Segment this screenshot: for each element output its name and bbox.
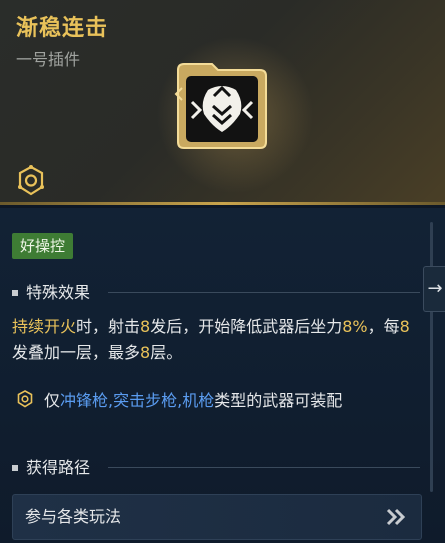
effect-recoil-reduction: 8% [342, 317, 368, 336]
effect-text: 层。 [150, 343, 183, 362]
effect-text: ，每 [367, 317, 400, 336]
effect-keyword: 持续开火 [12, 317, 77, 336]
restriction-suffix: 类型的武器可装配 [214, 391, 343, 410]
section-bullet [12, 290, 18, 296]
section-divider [108, 292, 420, 293]
item-header: 渐稳连击 一号插件 [0, 0, 445, 205]
plugin-emblem-icon [174, 63, 267, 149]
item-title: 渐稳连击 [16, 16, 109, 41]
plugin-slot-icon [18, 165, 44, 196]
effect-text: 发后，开始降低武器后坐力 [150, 317, 343, 336]
effect-stack-interval: 8 [399, 317, 410, 336]
special-effect-heading: 特殊效果 [12, 281, 432, 305]
restriction-weapon-types: 冲锋枪,突击步枪,机枪 [60, 391, 215, 410]
handling-tag: 好操控 [12, 233, 74, 259]
gear-icon [17, 390, 33, 408]
scrollbar[interactable] [430, 222, 433, 492]
section-bullet [12, 465, 18, 471]
effect-max-stacks: 8 [140, 343, 151, 362]
effect-text: 发叠加一层，最多 [12, 343, 141, 362]
section-divider [108, 467, 420, 468]
special-effect-label: 特殊效果 [26, 283, 91, 302]
double-chevron-right-icon [386, 508, 406, 526]
obtain-heading: 获得路径 [12, 456, 432, 480]
item-category: 一号插件 [16, 50, 81, 69]
effect-text: 时，射击 [76, 317, 141, 336]
obtain-label: 获得路径 [26, 458, 91, 477]
weapon-restriction: 仅冲锋枪,突击步枪,机枪类型的武器可装配 [16, 388, 416, 414]
effect-description: 持续开火时，射击8发后，开始降低武器后坐力8%，每8发叠加一层，最多8层。 [12, 314, 420, 366]
restriction-prefix: 仅 [44, 391, 61, 410]
obtain-source-label: 参与各类玩法 [25, 507, 122, 526]
effect-shot-count: 8 [140, 317, 151, 336]
obtain-source-button[interactable]: 参与各类玩法 [12, 494, 422, 540]
